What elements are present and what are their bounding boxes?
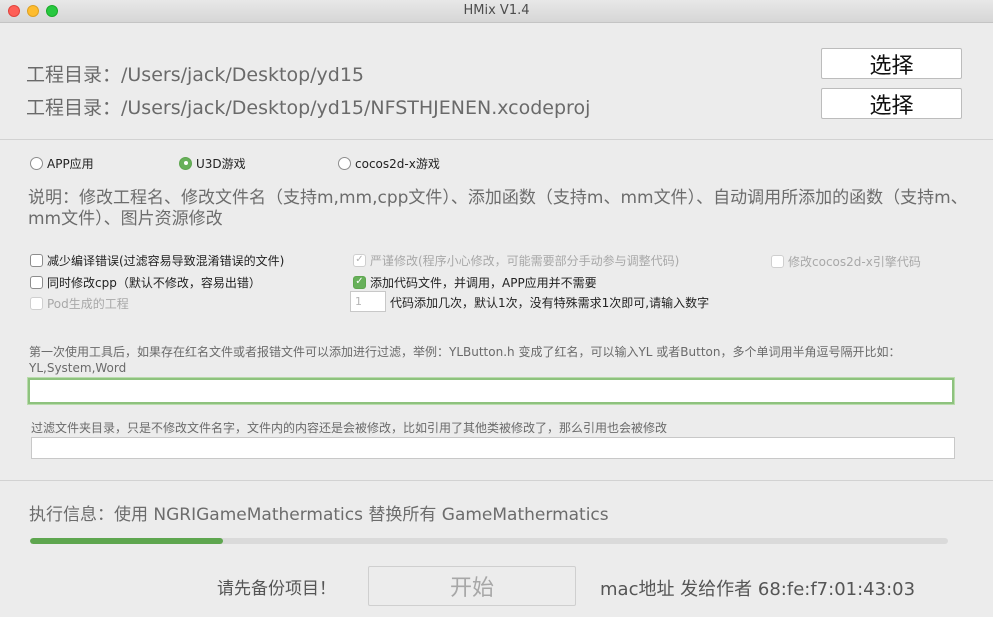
- filter-dirs-hint: 过滤文件夹目录，只是不修改文件名字，文件内的内容还是会被修改，比如引用了其他类被…: [31, 421, 668, 435]
- radio-button-circle: [338, 156, 351, 170]
- checkbox-box: [30, 275, 43, 289]
- code-add-times-label: 代码添加几次，默认1次，没有特殊需求1次即可,请输入数字: [390, 296, 710, 310]
- filter-names-hint: 第一次使用工具后，如果存在红名文件或者报错文件可以添加进行过滤，举例：YLBut…: [29, 345, 901, 375]
- checkbox-label: Pod生成的工程: [47, 296, 129, 311]
- separator: [0, 139, 993, 140]
- checkbox-add-code-files[interactable]: ✓ 添加代码文件，并调用，APP应用并不需要: [353, 274, 597, 290]
- checkbox-label: 严谨修改(程序小心修改，可能需要部分手动参与调整代码): [370, 253, 680, 268]
- execution-info: 执行信息：使用 NGRIGameMathermatics 替换所有 GameMa…: [29, 505, 609, 525]
- checkbox-strict-modify: ✓ 严谨修改(程序小心修改，可能需要部分手动参与调整代码): [353, 252, 679, 268]
- radio-app[interactable]: APP应用: [30, 155, 94, 171]
- radio-app-label: APP应用: [47, 156, 94, 171]
- radio-u3d-label: U3D游戏: [196, 156, 246, 171]
- choose-dir-button[interactable]: 选择: [821, 48, 962, 79]
- radio-cocos-label: cocos2d-x游戏: [355, 156, 440, 171]
- code-add-times-input[interactable]: [350, 291, 386, 312]
- radio-button-circle: [179, 156, 192, 170]
- checkbox-label: 减少编译错误(过滤容易导致混淆错误的文件): [47, 253, 285, 268]
- checkbox-box: [771, 254, 784, 268]
- checkbox-pod-project: Pod生成的工程: [30, 295, 129, 311]
- start-button[interactable]: 开始: [368, 566, 576, 606]
- checkbox-box: ✓: [353, 253, 366, 267]
- checkbox-box: [30, 253, 43, 267]
- checkbox-label: 修改cocos2d-x引擎代码: [788, 254, 921, 269]
- radio-u3d[interactable]: U3D游戏: [179, 155, 246, 171]
- progress-bar: [30, 538, 948, 544]
- checkbox-box: [30, 296, 43, 310]
- checkbox-label: 添加代码文件，并调用，APP应用并不需要: [370, 275, 597, 290]
- radio-button-circle: [30, 156, 43, 170]
- checkbox-box: ✓: [353, 275, 366, 289]
- choose-project-button[interactable]: 选择: [821, 88, 962, 119]
- filter-dirs-input[interactable]: [31, 437, 955, 459]
- description-text: 说明：修改工程名、修改文件名（支持m,mm,cpp文件）、添加函数（支持m、mm…: [28, 188, 968, 229]
- mac-address-info: mac地址 发给作者 68:fe:f7:01:43:03: [600, 579, 916, 600]
- filter-names-input[interactable]: [28, 378, 954, 404]
- window-title: HMix V1.4: [463, 3, 530, 18]
- radio-cocos[interactable]: cocos2d-x游戏: [338, 155, 440, 171]
- checkbox-reduce-compile-errors[interactable]: 减少编译错误(过滤容易导致混淆错误的文件): [30, 252, 284, 268]
- progress-fill: [30, 538, 223, 544]
- checkbox-modify-cocos-engine: 修改cocos2d-x引擎代码: [771, 253, 921, 269]
- checkbox-modify-cpp[interactable]: 同时修改cpp（默认不修改，容易出错）: [30, 274, 261, 290]
- title-bar: HMix V1.4: [0, 0, 993, 23]
- checkbox-label: 同时修改cpp（默认不修改，容易出错）: [47, 275, 261, 290]
- separator: [0, 480, 993, 481]
- backup-warning: 请先备份项目！: [217, 579, 336, 599]
- project-dir-label: 工程目录：/Users/jack/Desktop/yd15: [26, 64, 365, 86]
- project-file-label: 工程目录：/Users/jack/Desktop/yd15/NFSTHJENEN…: [26, 97, 591, 119]
